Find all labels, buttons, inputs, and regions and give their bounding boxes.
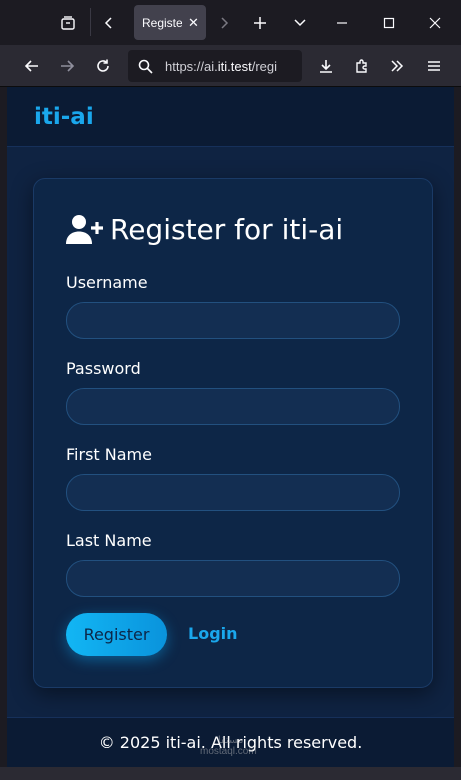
first-name-label: First Name [66, 445, 152, 464]
tab-bar-divider [90, 8, 91, 36]
tab-close-icon[interactable]: ✕ [188, 15, 199, 31]
password-label: Password [66, 359, 141, 378]
more-tools-icon[interactable] [384, 53, 410, 79]
tab-overview-icon[interactable] [54, 6, 82, 40]
register-button[interactable]: Register [66, 613, 167, 656]
username-label: Username [66, 273, 148, 292]
maximize-icon[interactable] [376, 6, 402, 40]
menu-icon[interactable] [421, 53, 447, 79]
username-input[interactable] [66, 302, 400, 339]
reload-icon[interactable] [90, 53, 116, 79]
back-tabs-icon[interactable] [96, 6, 122, 40]
browser-nav-bar: https://ai.iti.test/regi [0, 45, 461, 87]
search-icon [138, 59, 153, 74]
url-text: https://ai.iti.test/regi [165, 58, 278, 74]
watermark-latin: mostaql.com [200, 746, 257, 757]
brand-logo-link[interactable]: iti-ai [34, 104, 94, 130]
tab-title: Registe [142, 15, 182, 30]
page-title-text: Register for iti-ai [110, 213, 344, 246]
user-plus-icon [66, 214, 103, 244]
browser-tab-bar: Registe ✕ [0, 0, 461, 45]
password-input[interactable] [66, 388, 400, 425]
forward-tabs-icon[interactable] [211, 6, 237, 40]
page-title: Register for iti-ai [66, 213, 343, 246]
download-icon[interactable] [313, 53, 339, 79]
first-name-input[interactable] [66, 474, 400, 511]
forward-icon[interactable] [54, 53, 80, 79]
new-tab-icon[interactable] [247, 6, 273, 40]
watermark-arabic: مستقل [213, 735, 244, 746]
window-frame-right [454, 87, 461, 767]
close-window-icon[interactable] [422, 6, 448, 40]
taskbar-strip [0, 767, 461, 780]
last-name-input[interactable] [66, 560, 400, 597]
login-link[interactable]: Login [188, 624, 238, 643]
minimize-icon[interactable] [329, 6, 355, 40]
url-bar[interactable]: https://ai.iti.test/regi [128, 50, 302, 82]
page-viewport: iti-ai Register for iti-ai Username Pass… [7, 87, 454, 767]
back-icon[interactable] [19, 53, 45, 79]
site-header: iti-ai [7, 87, 454, 147]
active-tab[interactable]: Registe ✕ [134, 5, 206, 40]
last-name-label: Last Name [66, 531, 152, 550]
list-tabs-icon[interactable] [287, 6, 313, 40]
watermark: مستقل mostaql.com [200, 735, 257, 757]
extensions-icon[interactable] [349, 53, 375, 79]
window-frame-left [0, 87, 7, 767]
register-card: Register for iti-ai Username Password Fi… [33, 178, 433, 688]
